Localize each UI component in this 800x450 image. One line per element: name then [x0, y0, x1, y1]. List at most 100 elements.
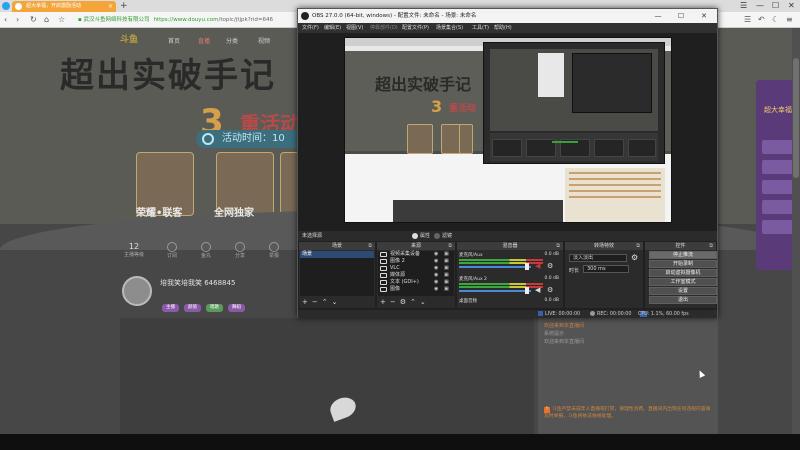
sources-list[interactable]: 视频采集设备 ◉ ▣ 图像 2 ◉ ▣ VLC ◉ ▣ 媒体源 ◉ ▣ 文本 (GDI+) ◉ ▣ … [378, 251, 454, 296]
source-row[interactable]: VLC ◉ ▣ [380, 265, 454, 272]
mixer-channel-gear-icon[interactable]: ⚙ [547, 262, 553, 270]
streamer-tag[interactable]: 颜值 [184, 304, 201, 312]
source-row[interactable]: 媒体源 ◉ ▣ [380, 272, 454, 279]
move-source-down-button[interactable]: ⌄ [420, 298, 426, 306]
add-scene-button[interactable]: + [302, 298, 308, 306]
visibility-eye-icon[interactable]: ◉ [434, 265, 438, 272]
scrollbar-thumb[interactable] [793, 58, 799, 178]
scenes-list[interactable]: 场景 [300, 251, 374, 296]
source-row[interactable]: 图像 ◉ ▣ [380, 286, 454, 293]
mute-speaker-icon[interactable]: ◀ [535, 262, 540, 270]
stat-share[interactable]: 分享 [226, 242, 254, 259]
duration-input[interactable]: 300 ms [583, 265, 629, 273]
visibility-eye-icon[interactable]: ◉ [434, 251, 438, 258]
filters-button[interactable]: 滤镜 [434, 233, 452, 239]
browser-minimize-button[interactable]: — [756, 0, 764, 12]
scene-item[interactable]: 场景 [300, 251, 374, 258]
streamer-avatar[interactable] [122, 276, 152, 306]
start-virtual-camera-button[interactable]: 启动虚拟摄像机 [649, 269, 717, 277]
side-banner-item[interactable] [762, 140, 794, 154]
speaker-icon[interactable]: ◀ [535, 286, 540, 294]
dock-float-icon[interactable]: ⧉ [368, 242, 372, 250]
obs-preview-area[interactable]: 超出实破手记 3 重活动 [298, 33, 717, 231]
lock-icon[interactable]: ▣ [444, 286, 449, 293]
streamer-tag[interactable]: 舞蹈 [228, 304, 245, 312]
nav-home[interactable]: 首页 [168, 36, 180, 45]
tab-close-icon[interactable]: × [108, 1, 113, 12]
url-input[interactable]: ▪ 武汉斗鱼网络科技有限公司 https://www.douyu.com/topi… [78, 15, 308, 25]
nav-category[interactable]: 分类 [226, 36, 238, 45]
move-scene-up-button[interactable]: ⌃ [322, 298, 328, 306]
dock-float-icon[interactable]: ⧉ [709, 242, 713, 250]
nav-live[interactable]: 直播 [198, 36, 210, 45]
night-mode-icon[interactable]: ☾ [772, 14, 779, 26]
live-video-player[interactable] [120, 318, 534, 434]
dock-float-icon[interactable]: ⧉ [636, 242, 640, 250]
settings-button[interactable]: 设置 [649, 287, 717, 295]
visibility-eye-icon[interactable]: ◉ [434, 258, 438, 265]
lock-icon[interactable]: ▣ [444, 258, 449, 265]
lock-icon[interactable]: ▣ [444, 279, 449, 286]
source-row[interactable]: 视频采集设备 ◉ ▣ [380, 251, 454, 258]
obs-preview-canvas[interactable]: 超出实破手记 3 重活动 [344, 37, 672, 223]
streamer-tag[interactable]: 主播 [162, 304, 179, 312]
side-banner-item[interactable] [762, 220, 794, 234]
side-banner-item[interactable] [762, 180, 794, 194]
stop-streaming-button[interactable]: 停止推流 [649, 251, 717, 259]
menu-edit[interactable]: 编辑(E) [324, 23, 341, 33]
studio-mode-button[interactable]: 工作室模式 [649, 278, 717, 286]
dock-float-icon[interactable]: ⧉ [448, 242, 452, 250]
source-row[interactable]: 图像 2 ◉ ▣ [380, 258, 454, 265]
stat-fishball[interactable]: 鱼丸 [192, 242, 220, 259]
visibility-eye-icon[interactable]: ◉ [434, 272, 438, 279]
page-scrollbar[interactable] [792, 28, 800, 434]
exit-button[interactable]: 退出 [649, 296, 717, 304]
menu-scene-collection[interactable]: 场景集合(S) [436, 23, 463, 33]
browser-more-icon[interactable]: ≡ [786, 14, 793, 26]
lock-icon[interactable]: ▣ [444, 265, 449, 272]
menu-help[interactable]: 帮助(H) [494, 23, 512, 33]
browser-close-button[interactable]: ✕ [788, 0, 795, 12]
browser-maximize-button[interactable]: ☐ [772, 0, 779, 12]
volume-slider[interactable] [459, 266, 531, 268]
forward-icon[interactable]: › [16, 14, 19, 26]
move-source-up-button[interactable]: ⌃ [410, 298, 416, 306]
volume-slider[interactable] [459, 290, 531, 292]
source-properties-gear-icon[interactable]: ⚙ [400, 298, 406, 306]
nav-video[interactable]: 视频 [258, 36, 270, 45]
transition-select[interactable]: 淡入淡出 [569, 254, 627, 262]
reload-icon[interactable]: ↻ [30, 14, 37, 26]
menu-file[interactable]: 文件(F) [302, 23, 319, 33]
stat-subscribe[interactable]: 订阅 [158, 242, 186, 259]
menu-profile[interactable]: 配置文件(P) [402, 23, 429, 33]
obs-maximize-button[interactable]: ☐ [670, 9, 692, 23]
properties-button[interactable]: 属性 [412, 233, 430, 239]
streamer-tag[interactable]: 唱歌 [206, 304, 223, 312]
obs-close-button[interactable]: ✕ [693, 9, 715, 23]
obs-minimize-button[interactable]: — [647, 9, 669, 23]
stat-report[interactable]: 举报 [260, 242, 288, 259]
move-scene-down-button[interactable]: ⌄ [332, 298, 338, 306]
new-tab-button[interactable]: + [120, 0, 128, 12]
mixer-channel-gear-icon[interactable]: ⚙ [547, 286, 553, 294]
menu-view[interactable]: 视图(V) [346, 23, 363, 33]
remove-source-button[interactable]: − [390, 298, 396, 306]
menu-tools[interactable]: 工具(T) [472, 23, 489, 33]
back-icon[interactable]: ‹ [4, 14, 7, 26]
dock-float-icon[interactable]: ⧉ [556, 242, 560, 250]
lock-icon[interactable]: ▣ [444, 251, 449, 258]
source-row[interactable]: 文本 (GDI+) ◉ ▣ [380, 279, 454, 286]
start-recording-button[interactable]: 开始录制 [649, 260, 717, 268]
browser-menu-button[interactable]: ☰ [740, 0, 747, 12]
home-icon[interactable]: ⌂ [44, 14, 49, 26]
browser-tab-active[interactable]: 超大幸福，开启激励活动 × [12, 1, 116, 12]
bookmark-star-icon[interactable]: ☆ [58, 14, 65, 26]
menu-docks[interactable]: 停靠部件(D) [370, 23, 398, 33]
transition-gear-icon[interactable]: ⚙ [631, 253, 638, 262]
add-source-button[interactable]: + [380, 298, 386, 306]
site-logo[interactable]: 斗鱼 [120, 32, 138, 45]
remove-scene-button[interactable]: − [312, 298, 318, 306]
volume-slider-knob[interactable] [525, 263, 529, 270]
side-banner-item[interactable] [762, 160, 794, 174]
visibility-eye-icon[interactable]: ◉ [434, 286, 438, 293]
